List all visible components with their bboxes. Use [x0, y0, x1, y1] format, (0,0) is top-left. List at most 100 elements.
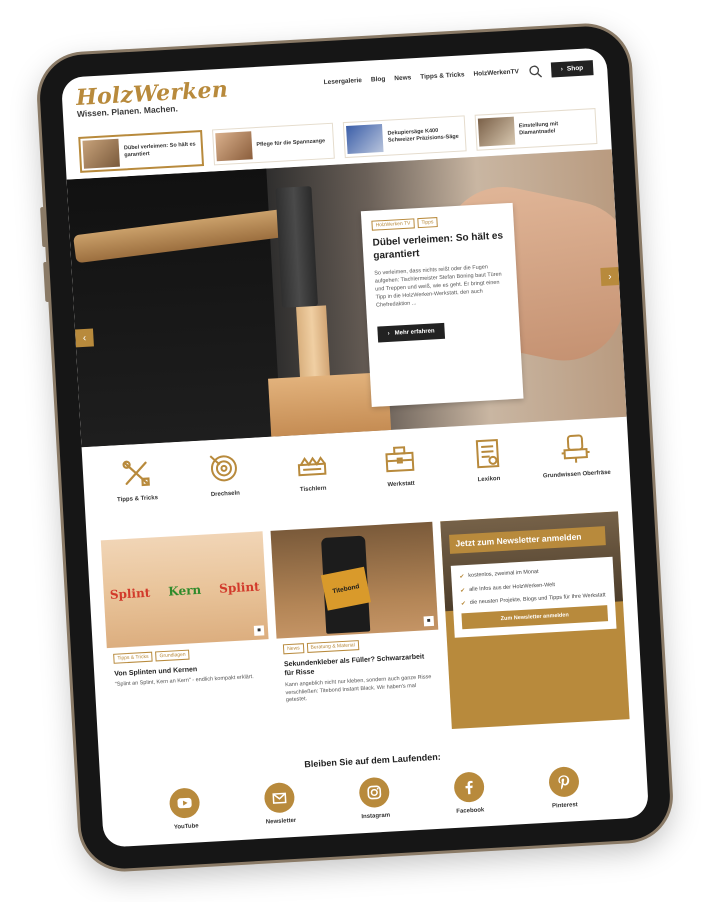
lathe-icon: [206, 450, 242, 486]
shop-button-label: Shop: [566, 64, 584, 73]
nav-item-tipps-tricks[interactable]: Tipps & Tricks: [420, 71, 465, 80]
category-grundwissen-oberfraese[interactable]: Grundwissen Oberfräse: [540, 430, 614, 502]
article-card[interactable]: Splint Kern Splint ■ Tipps & Tricks Grun…: [100, 531, 275, 749]
strip-item-label: Pflege für die Spannzange: [256, 137, 326, 148]
category-tischlern[interactable]: Tischlern: [276, 445, 350, 517]
facebook-icon: [453, 771, 485, 803]
hero-card: HolzWerken TV Tipps Dübel verleimen: So …: [360, 202, 524, 408]
strip-item-diamantnadel[interactable]: Einstellung mit Diamantnadel: [474, 108, 598, 151]
book-icon: [470, 436, 506, 472]
hero-image-hammer-head: [275, 186, 319, 308]
bookmark-icon[interactable]: ■: [423, 615, 435, 627]
strip-thumbnail: [346, 123, 384, 154]
strip-thumbnail: [214, 131, 253, 162]
strip-item-label: Dübel verleimen: So hält es garantiert: [123, 141, 196, 159]
social-instagram[interactable]: Instagram: [358, 776, 391, 821]
pinterest-icon: [547, 766, 580, 798]
tools-icon: [118, 455, 154, 491]
category-label: Tipps & Tricks: [116, 495, 159, 504]
strip-item-dekupiersaege[interactable]: Dekupiersäge K400 Schweizer Präzisions-S…: [342, 115, 467, 159]
image-word-splint: Splint: [109, 585, 151, 602]
category-drechseln[interactable]: Drechseln: [188, 449, 262, 521]
hero-tags: HolzWerken TV Tipps: [371, 213, 503, 231]
router-icon: [557, 431, 593, 467]
tag-tipps-tricks[interactable]: Tipps & Tricks: [113, 651, 153, 664]
newsletter-icon: [263, 781, 296, 814]
newsletter-signup-button[interactable]: Zum Newsletter anmelden: [461, 604, 609, 630]
strip-item-spannzange[interactable]: Pflege für die Spannzange: [211, 122, 335, 166]
slider-next-button[interactable]: ›: [600, 267, 620, 286]
card-tags: News Beratung & Material: [282, 636, 433, 655]
search-icon[interactable]: [527, 63, 542, 78]
tablet-screen: HolzWerken Wissen. Planen. Machen. Leser…: [60, 47, 650, 848]
read-more-label: Mehr erfahren: [394, 328, 435, 337]
slider-prev-button[interactable]: ‹: [74, 328, 94, 348]
chevron-left-icon: ‹: [82, 332, 87, 344]
tag-beratung-material[interactable]: Beratung & Material: [306, 640, 360, 654]
tag-holzwerken-tv[interactable]: HolzWerken TV: [371, 218, 415, 231]
instagram-icon: [358, 776, 391, 809]
category-lexikon[interactable]: Lexikon: [452, 435, 526, 507]
social-facebook[interactable]: Facebook: [453, 771, 485, 815]
newsletter-benefits: ✔ kostenlos, zweimal im Monat ✔ alle Inf…: [450, 557, 617, 638]
shop-button[interactable]: › Shop: [550, 60, 594, 78]
category-label: Werkstatt: [387, 480, 415, 489]
image-word-splint: Splint: [218, 579, 260, 596]
benefit-text: kostenlos, zweimal im Monat: [468, 569, 539, 580]
tablet-device: HolzWerken Wissen. Planen. Machen. Leser…: [37, 24, 673, 871]
hero-slider: ‹ › HolzWerken TV Tipps Dübel verleimen:…: [66, 149, 627, 448]
social-pinterest[interactable]: Pinterest: [547, 766, 580, 810]
card-image-labels: Splint Kern Splint: [109, 580, 260, 602]
card-body: Tipps & Tricks Grundlagen Von Splinten u…: [107, 639, 271, 696]
site-logo[interactable]: HolzWerken Wissen. Planen. Machen.: [75, 77, 229, 119]
card-image: Titebond ■: [270, 521, 439, 639]
chevron-right-icon: ›: [387, 330, 390, 337]
check-icon: ✔: [460, 600, 467, 607]
category-label: Drechseln: [210, 490, 241, 499]
category-label: Lexikon: [477, 475, 501, 484]
social-newsletter[interactable]: Newsletter: [263, 781, 297, 826]
toolbox-icon: [382, 441, 418, 477]
strip-item-label: Dekupiersäge K400 Schweizer Präzisions-S…: [387, 127, 459, 144]
main-nav: Lesergalerie Blog News Tipps & Tricks Ho…: [323, 60, 594, 90]
nav-item-lesergalerie[interactable]: Lesergalerie: [324, 77, 363, 86]
category-label: Grundwissen Oberfräse: [542, 469, 611, 480]
social-youtube[interactable]: YouTube: [169, 787, 201, 831]
newsletter-box: Jetzt zum Newsletter anmelden ✔ kostenlo…: [440, 511, 630, 730]
saw-icon: [294, 446, 330, 482]
hero-image-person: [66, 168, 282, 448]
hero-text: So verleimen, dass nichts reißt oder die…: [374, 264, 502, 309]
article-card[interactable]: Titebond ■ News Beratung & Material Seku…: [270, 521, 444, 739]
category-label: Tischlern: [299, 485, 327, 494]
tag-grundlagen[interactable]: Grundlagen: [155, 649, 190, 662]
nav-item-news[interactable]: News: [394, 74, 411, 82]
nav-item-holzwerkentv[interactable]: HolzWerkenTV: [473, 68, 519, 78]
card-tags: Tipps & Tricks Grundlagen: [113, 645, 263, 664]
benefit-text: alle Infos aus der HolzWerken-Welt: [468, 581, 556, 593]
social-label: Facebook: [456, 807, 485, 815]
youtube-icon: [169, 787, 201, 819]
category-tipps-tricks[interactable]: Tipps & Tricks: [100, 454, 174, 526]
nav-item-blog[interactable]: Blog: [371, 76, 386, 84]
social-label: Newsletter: [265, 817, 297, 826]
strip-thumbnail: [82, 138, 120, 169]
card-image: Splint Kern Splint ■: [100, 531, 269, 649]
social-label: YouTube: [173, 823, 199, 831]
social-label: Instagram: [361, 812, 391, 821]
chevron-right-icon: ›: [560, 65, 564, 73]
strip-thumbnail: [477, 116, 515, 147]
check-icon: ✔: [459, 574, 465, 581]
hero-title[interactable]: Dübel verleimen: So hält es garantiert: [372, 229, 505, 262]
image-word-kern: Kern: [167, 582, 202, 599]
social-label: Pinterest: [551, 802, 578, 810]
strip-item-duebel[interactable]: Dübel verleimen: So hält es garantiert: [78, 130, 204, 173]
category-werkstatt[interactable]: Werkstatt: [364, 440, 438, 512]
check-icon: ✔: [460, 587, 466, 594]
tag-news[interactable]: News: [282, 643, 304, 655]
chevron-right-icon: ›: [607, 270, 612, 283]
tag-tipps[interactable]: Tipps: [417, 217, 438, 229]
card-body: News Beratung & Material Sekundenkleber …: [277, 630, 443, 712]
read-more-button[interactable]: › Mehr erfahren: [377, 322, 446, 343]
bookmark-icon[interactable]: ■: [253, 625, 265, 636]
content-cards: Splint Kern Splint ■ Tipps & Tricks Grun…: [86, 497, 644, 749]
